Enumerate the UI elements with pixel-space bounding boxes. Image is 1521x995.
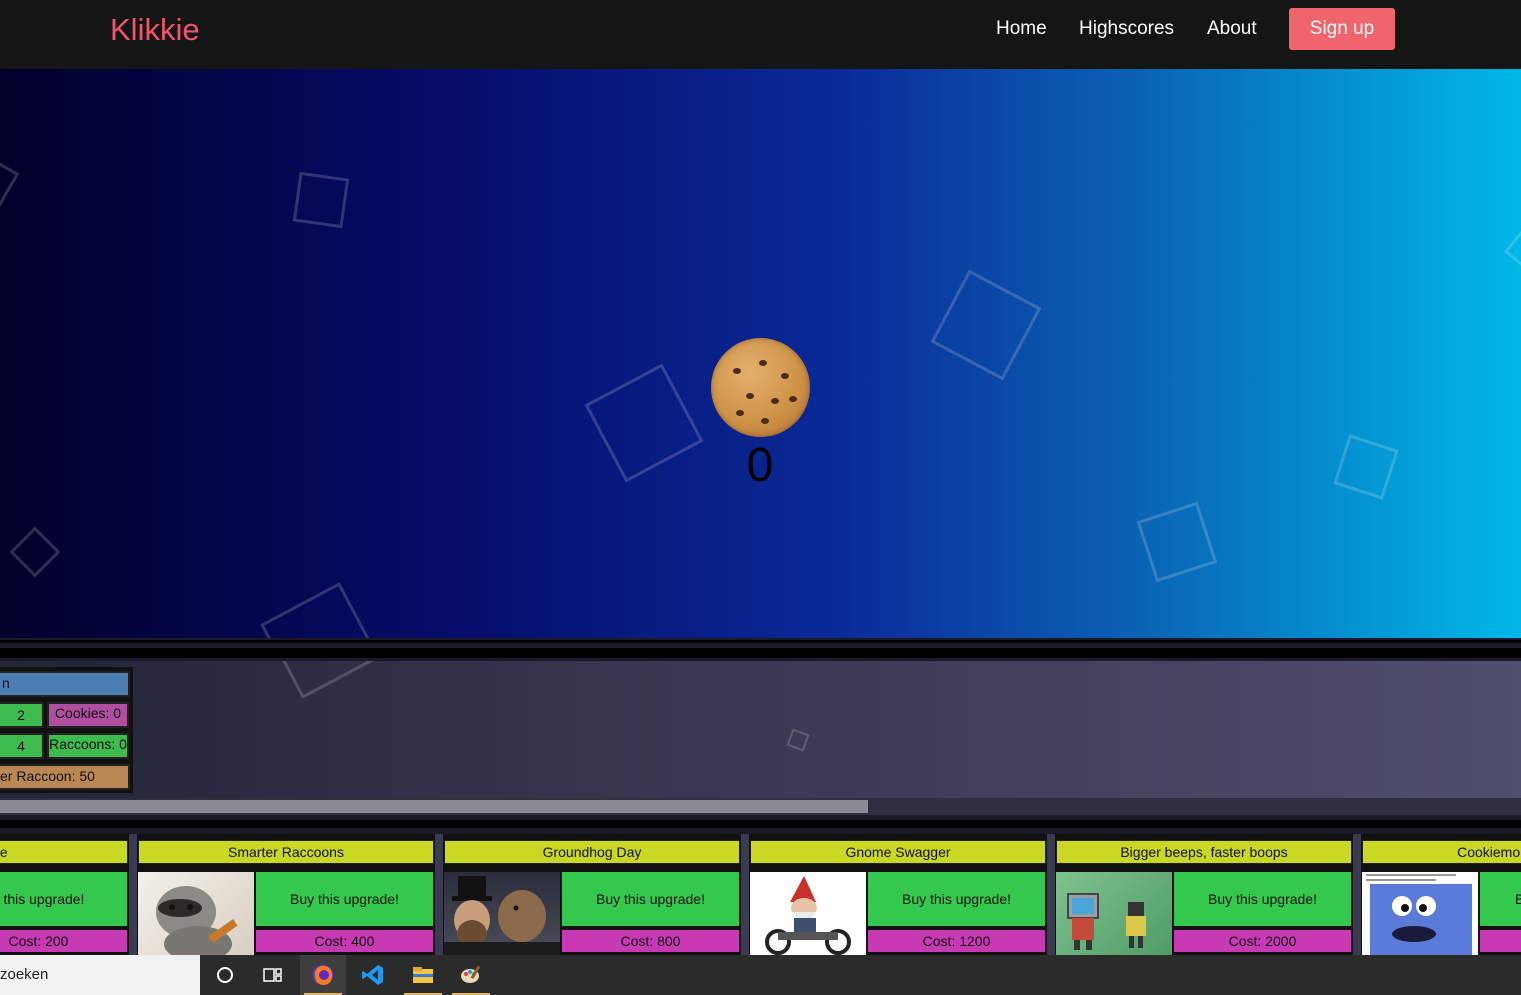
cookie-icon[interactable] [711,338,810,437]
groundhog-image [444,872,560,955]
taskbar-search-input[interactable]: zoeken [0,955,200,995]
stats-title: n [0,671,130,697]
stats-area: n 2 Cookies: 0 4 Raccoons: 0 er Raccoon:… [0,661,1521,798]
paint-icon[interactable] [448,955,494,995]
nav-about[interactable]: About [1207,18,1257,40]
raccoon-image [138,872,254,955]
separator-line [0,820,1521,828]
brand-logo[interactable]: Klikkie [110,12,200,48]
vscode-icon[interactable] [350,955,396,995]
upgrade-card: Smarter Raccoons Buy this upgrade! Cost:… [137,834,435,955]
separator-line [0,640,1521,643]
floating-square [786,728,810,752]
floating-square [260,661,382,699]
taskbar: zoeken [0,955,1521,995]
buy-upgrade-button[interactable]: Buy this upgrade! [868,872,1045,926]
floating-square [584,363,704,483]
upgrade-title: e Cookie [0,840,128,864]
gnome-image [750,872,866,955]
upgrade-cost: Cost: 200 [0,930,127,952]
floating-square [930,269,1042,381]
floating-square [1136,501,1218,583]
cookiemonster-image [1362,872,1478,955]
upgrade-title: Smarter Raccoons [138,840,434,864]
upgrade-card: e Cookie y this upgrade! Cost: 200 [0,834,129,955]
upgrade-cost: Cost: 1200 [868,930,1045,952]
upgrade-cost [1480,930,1521,952]
upgrade-card: Cookiemonster e B [1361,834,1521,955]
floating-square [0,153,20,209]
upgrade-title: Groundhog Day [444,840,740,864]
buy-upgrade-button[interactable]: Buy this upgrade! [562,872,739,926]
floating-square [1333,434,1399,500]
raccoons-stat: Raccoons: 0 [47,733,129,759]
cortana-icon[interactable] [202,955,248,995]
upgrade-cost: Cost: 2000 [1174,930,1351,952]
upgrade-cost: Cost: 800 [562,930,739,952]
raccoon-cost-button[interactable]: er Raccoon: 50 [0,764,130,790]
upgrade-title: Cookiemonster e [1362,840,1521,864]
signup-button[interactable]: Sign up [1289,8,1395,50]
floating-square [9,526,61,578]
nav-highscores[interactable]: Highscores [1079,18,1174,40]
upgrades-area: e Cookie y this upgrade! Cost: 200 Smart… [0,834,1521,955]
scrollbar-thumb[interactable] [0,800,868,813]
file-explorer-icon[interactable] [400,955,446,995]
upgrade-cost: Cost: 400 [256,930,433,952]
task-view-icon[interactable] [250,955,296,995]
buy-upgrade-button[interactable]: y this upgrade! [0,872,127,926]
floating-square [1503,220,1521,278]
firefox-icon[interactable] [300,955,346,995]
stats-panel: n 2 Cookies: 0 4 Raccoons: 0 er Raccoon:… [0,667,133,793]
floating-square [292,171,350,229]
stats-value-1: 2 [0,702,44,728]
upgrade-card: Groundhog Day Buy this upgrade! Cost: 80… [443,834,741,955]
nav-home[interactable]: Home [996,18,1047,40]
upgrade-card: Gnome Swagger Buy this upgrade! Cost: 12… [749,834,1047,955]
buy-upgrade-button[interactable]: Buy this upgrade! [256,872,433,926]
cookies-stat: Cookies: 0 [47,702,129,728]
cookie-counter: 0 [746,439,774,492]
navbar: Klikkie Home Highscores About Sign up [0,0,1521,69]
floating-square [260,582,382,638]
buy-upgrade-button[interactable]: Buy this upgrade! [1174,872,1351,926]
separator-line [0,648,1521,658]
buy-upgrade-button[interactable]: B [1480,872,1521,926]
robot-image [1056,872,1172,955]
upgrade-title: Bigger beeps, faster boops [1056,840,1352,864]
upgrade-card: Bigger beeps, faster boops Buy this upgr… [1055,834,1353,955]
stats-value-2: 4 [0,733,44,759]
upgrade-title: Gnome Swagger [750,840,1046,864]
